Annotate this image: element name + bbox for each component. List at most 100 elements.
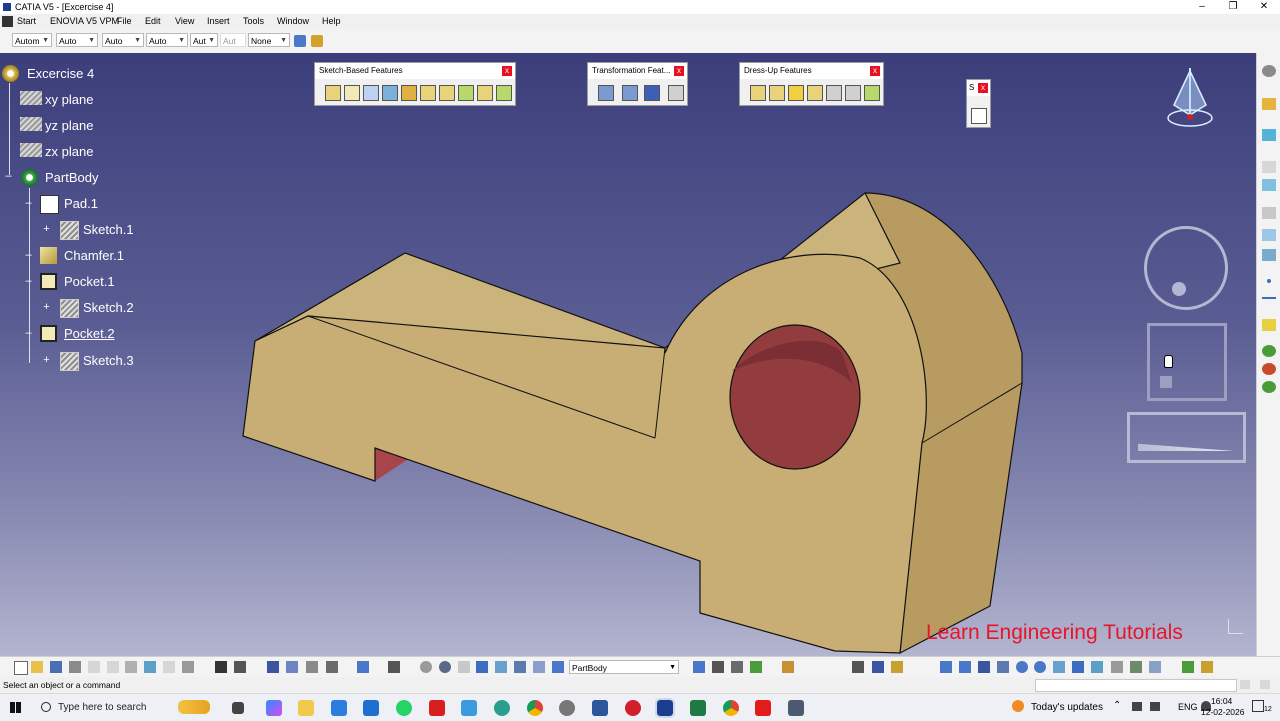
knowledge-icon[interactable] xyxy=(234,661,246,673)
fit-all-icon[interactable] xyxy=(420,661,432,673)
zoom-in-icon[interactable] xyxy=(1016,661,1028,673)
cut-icon[interactable] xyxy=(88,661,100,673)
pan-icon[interactable] xyxy=(978,661,990,673)
menu-file[interactable]: File xyxy=(117,16,132,26)
analysis-icon[interactable] xyxy=(731,661,743,673)
normal-view-icon[interactable] xyxy=(1053,661,1065,673)
zoom-out-icon[interactable] xyxy=(1034,661,1046,673)
new-icon[interactable] xyxy=(14,661,28,675)
thickness-combo[interactable]: Auto ▼ xyxy=(146,33,188,47)
mesh-icon[interactable] xyxy=(514,661,526,673)
expand-icon[interactable]: + xyxy=(42,302,51,313)
menu-view[interactable]: View xyxy=(175,16,194,26)
menu-edit[interactable]: Edit xyxy=(145,16,161,26)
gear-icon[interactable] xyxy=(1262,65,1276,77)
select-arrow-icon[interactable] xyxy=(1262,98,1276,110)
point-combo[interactable]: Aut ▼ xyxy=(190,33,218,47)
hide-icon[interactable] xyxy=(1130,661,1142,673)
thickness-icon[interactable] xyxy=(826,85,842,101)
clock-date[interactable]: 12-02-2026 xyxy=(1201,707,1244,717)
remove-face-icon[interactable] xyxy=(864,85,880,101)
expand-icon[interactable]: + xyxy=(42,224,51,235)
scaling-icon[interactable] xyxy=(668,85,684,101)
file-explorer-icon[interactable] xyxy=(298,700,314,716)
catia-taskbar-icon[interactable] xyxy=(655,698,675,718)
edge-icon[interactable] xyxy=(494,700,510,716)
store-icon[interactable] xyxy=(331,700,347,716)
wand-icon[interactable] xyxy=(311,35,323,47)
sketch-icon[interactable] xyxy=(60,352,79,371)
apply-material-icon[interactable] xyxy=(1262,363,1276,375)
rib-icon[interactable] xyxy=(420,85,436,101)
undo-icon[interactable] xyxy=(144,661,156,673)
shaft-icon[interactable] xyxy=(363,85,379,101)
tree-item-sketch-1[interactable]: Sketch.1 xyxy=(83,222,134,237)
collapse-icon[interactable]: – xyxy=(4,171,13,182)
network-icon[interactable] xyxy=(1132,702,1142,711)
groove-icon[interactable] xyxy=(382,85,398,101)
sketch-icon[interactable] xyxy=(60,221,79,240)
removed-multi-section-icon[interactable] xyxy=(496,85,512,101)
pen-icon[interactable] xyxy=(693,661,705,673)
brush-icon[interactable] xyxy=(782,661,794,673)
table-icon[interactable] xyxy=(267,661,279,673)
point-icon[interactable] xyxy=(1267,279,1271,283)
compass-icon[interactable] xyxy=(1160,63,1220,133)
chamfer-icon[interactable] xyxy=(769,85,785,101)
collapse-icon[interactable]: – xyxy=(24,276,33,287)
stiffener-icon[interactable] xyxy=(458,85,474,101)
measure-item-icon[interactable] xyxy=(495,661,507,673)
body-gear-icon[interactable] xyxy=(21,169,38,186)
hole-icon[interactable] xyxy=(401,85,417,101)
acrobat-icon[interactable] xyxy=(429,700,445,716)
minimize-icon[interactable]: – xyxy=(1186,0,1218,14)
thread-icon[interactable] xyxy=(845,85,861,101)
clock-time[interactable]: 16:04 xyxy=(1211,696,1232,706)
expand-icon[interactable]: + xyxy=(42,355,51,366)
fly-icon[interactable] xyxy=(940,661,952,673)
chevron-up-icon[interactable]: ⌃ xyxy=(1113,700,1121,711)
copy-icon[interactable] xyxy=(107,661,119,673)
pan-handle-icon[interactable] xyxy=(1160,376,1172,388)
rotate-view-icon[interactable] xyxy=(997,661,1009,673)
collapse-icon[interactable]: – xyxy=(24,328,33,339)
sketch-icon[interactable] xyxy=(971,108,987,124)
constraint-icon[interactable] xyxy=(1262,229,1276,241)
weather-text[interactable]: Today's updates xyxy=(1031,702,1103,713)
list-icon[interactable] xyxy=(533,661,545,673)
pan-widget-icon[interactable] xyxy=(1147,323,1227,401)
transparency-combo[interactable]: Auto ▼ xyxy=(56,33,98,47)
mail-icon[interactable] xyxy=(363,700,379,716)
whatsapp-icon[interactable] xyxy=(396,700,412,716)
tree-item-xy-plane[interactable]: xy plane xyxy=(45,92,93,107)
whats-this-icon[interactable] xyxy=(182,661,194,673)
chamfer-icon[interactable] xyxy=(40,247,57,264)
pad-icon[interactable] xyxy=(40,195,59,214)
3d-viewport[interactable]: Excercise 4 xy plane yz plane zx plane –… xyxy=(0,53,1256,656)
language-indicator[interactable]: ENG xyxy=(1178,702,1198,712)
multi-section-solid-icon[interactable] xyxy=(477,85,493,101)
sketch-tool-icon[interactable] xyxy=(1262,207,1276,219)
tree-item-yz-plane[interactable]: yz plane xyxy=(45,118,93,133)
plane-icon[interactable] xyxy=(20,91,42,105)
menu-start[interactable]: Start xyxy=(17,16,36,26)
opera-icon[interactable] xyxy=(625,700,641,716)
tree-item-pocket-2[interactable]: Pocket.2 xyxy=(64,326,115,341)
grid-icon[interactable] xyxy=(286,661,298,673)
notification-icon[interactable] xyxy=(1252,700,1264,712)
plane-icon[interactable] xyxy=(20,143,42,157)
command-icon-2[interactable] xyxy=(1260,680,1270,689)
swap-icon[interactable] xyxy=(326,661,338,673)
copilot-icon[interactable] xyxy=(266,700,282,716)
split-icon[interactable] xyxy=(712,661,724,673)
volume-icon[interactable] xyxy=(1150,702,1160,711)
menu-help[interactable]: Help xyxy=(322,16,341,26)
color-combo[interactable]: Autom ▼ xyxy=(12,33,52,47)
catalog-icon[interactable] xyxy=(357,661,369,673)
tree-item-pad[interactable]: Pad.1 xyxy=(64,196,98,211)
measure-icon[interactable] xyxy=(1262,249,1276,261)
menu-enovia[interactable]: ENOVIA V5 VPM xyxy=(50,16,119,26)
format-painter-icon[interactable] xyxy=(294,35,306,47)
current-body-combo[interactable]: PartBody ▼ xyxy=(569,660,679,674)
slot-icon[interactable] xyxy=(439,85,455,101)
